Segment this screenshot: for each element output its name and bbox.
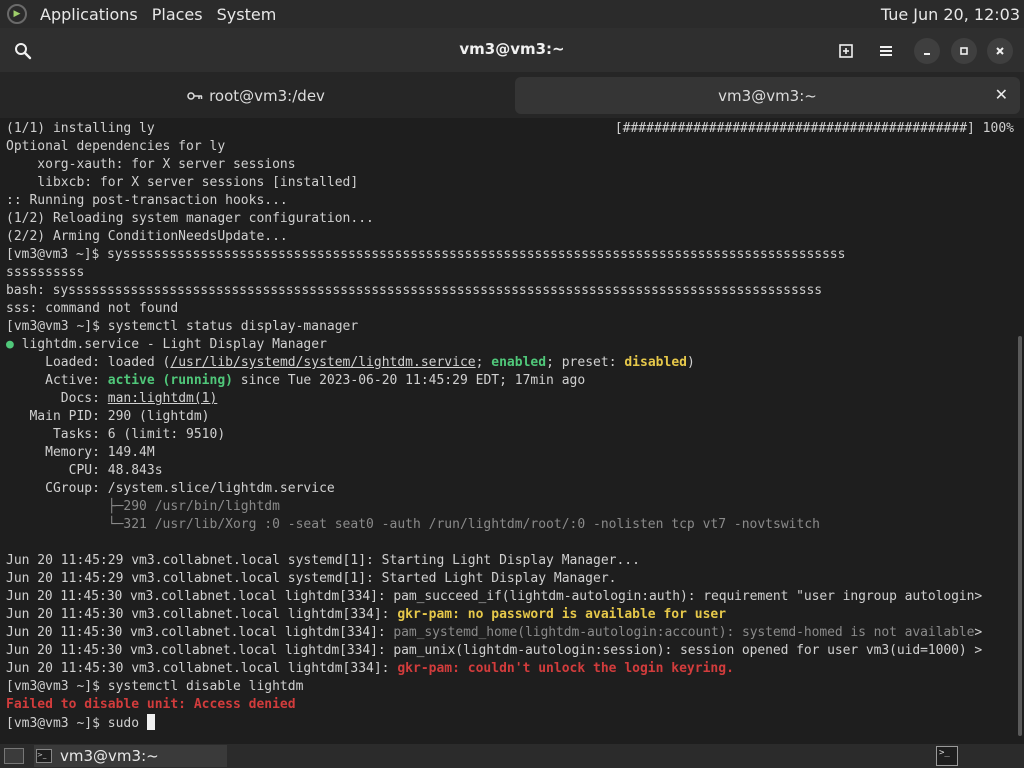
log-prefix: Jun 20 11:45:30 vm3.collabnet.local ligh… bbox=[6, 625, 394, 640]
terminal-line: ● lightdm.service - Light Display Manage… bbox=[6, 336, 327, 354]
terminal-line: Jun 20 11:45:30 vm3.collabnet.local ligh… bbox=[6, 660, 734, 678]
terminal-line: xorg-xauth: for X server sessions bbox=[6, 157, 296, 172]
tab-label: vm3@vm3:~ bbox=[718, 86, 817, 105]
terminal-line: └─321 /usr/lib/Xorg :0 -seat seat0 -auth… bbox=[6, 517, 820, 532]
terminal-line: Jun 20 11:45:29 vm3.collabnet.local syst… bbox=[6, 571, 617, 586]
terminal-line: Jun 20 11:45:30 vm3.collabnet.local ligh… bbox=[6, 589, 983, 604]
hamburger-menu-icon[interactable] bbox=[873, 38, 899, 64]
unit-path-link[interactable]: /usr/lib/systemd/system/lightdm.service bbox=[170, 355, 475, 370]
terminal-line: ├─290 /usr/bin/lightdm bbox=[6, 499, 280, 514]
terminal-line: Jun 20 11:45:30 vm3.collabnet.local ligh… bbox=[6, 643, 983, 658]
terminal-line: CGroup: /system.slice/lightdm.service bbox=[6, 481, 335, 496]
docs-prefix: Docs: bbox=[6, 391, 108, 406]
homed-notice: pam_systemd_home(lightdm-autologin:accou… bbox=[393, 625, 975, 640]
service-name: lightdm.service - Light Display Manager bbox=[21, 337, 327, 352]
prompt-text: [vm3@vm3 ~]$ sudo bbox=[6, 716, 147, 731]
terminal-line: Jun 20 11:45:30 vm3.collabnet.local ligh… bbox=[6, 624, 982, 642]
terminal-line: Tasks: 6 (limit: 9510) bbox=[6, 427, 226, 442]
show-desktop-icon[interactable] bbox=[4, 748, 24, 764]
terminal-line: CPU: 48.843s bbox=[6, 463, 163, 478]
terminal-line: ssssssssss bbox=[6, 265, 85, 280]
error-line: Failed to disable unit: Access denied bbox=[6, 697, 296, 712]
tab-bar: root@vm3:/dev vm3@vm3:~ ✕ bbox=[0, 73, 1024, 118]
taskbar-window-button[interactable]: >_ vm3@vm3:~ bbox=[34, 745, 227, 767]
taskbar-window-label: vm3@vm3:~ bbox=[60, 747, 159, 765]
truncation-marker: > bbox=[974, 625, 983, 640]
terminal-line: (2/2) Arming ConditionNeedsUpdate... bbox=[6, 229, 288, 244]
active-prefix: Active: bbox=[6, 373, 108, 388]
prompt-line[interactable]: [vm3@vm3 ~]$ sudo bbox=[6, 714, 155, 732]
terminal-line: (1/1) installing ly bbox=[6, 121, 155, 136]
terminal-app-icon: >_ bbox=[36, 749, 52, 763]
tab-vm3-home[interactable]: vm3@vm3:~ ✕ bbox=[515, 77, 1020, 114]
preset-prefix: ; preset: bbox=[546, 355, 625, 370]
terminal-line: Optional dependencies for ly bbox=[6, 139, 226, 154]
log-prefix: Jun 20 11:45:30 vm3.collabnet.local ligh… bbox=[6, 661, 398, 676]
terminal-line: (1/2) Reloading system manager configura… bbox=[6, 211, 374, 226]
close-icon[interactable] bbox=[987, 38, 1013, 64]
enabled-status: enabled bbox=[491, 355, 547, 370]
terminal-line: [vm3@vm3 ~]$ systemctl disable lightdm bbox=[6, 679, 304, 694]
terminal-launcher-icon[interactable]: >_ bbox=[936, 746, 958, 766]
bottom-taskbar: >_ vm3@vm3:~ >_ bbox=[0, 744, 1024, 768]
status-dot-icon: ● bbox=[6, 337, 14, 352]
menu-applications[interactable]: Applications bbox=[33, 5, 145, 24]
gkr-error: gkr-pam: couldn't unlock the login keyri… bbox=[397, 661, 734, 676]
top-panel: ▶ Applications Places System Tue Jun 20,… bbox=[0, 0, 1024, 28]
log-prefix: Jun 20 11:45:30 vm3.collabnet.local ligh… bbox=[6, 607, 398, 622]
terminal-scrollbar[interactable] bbox=[1018, 336, 1022, 736]
maximize-icon[interactable] bbox=[951, 38, 977, 64]
sep: ; bbox=[475, 355, 492, 370]
preset-status: disabled bbox=[624, 355, 687, 370]
menu-places[interactable]: Places bbox=[145, 5, 210, 24]
terminal-line: [vm3@vm3 ~]$ sysssssssssssssssssssssssss… bbox=[6, 247, 846, 262]
terminal-line: Loaded: loaded (/usr/lib/systemd/system/… bbox=[6, 354, 695, 372]
docs-link[interactable]: man:lightdm(1) bbox=[108, 391, 218, 406]
text-cursor bbox=[146, 714, 155, 730]
menu-system[interactable]: System bbox=[210, 5, 284, 24]
clock[interactable]: Tue Jun 20, 12:03 bbox=[881, 5, 1020, 24]
terminal-line: Main PID: 290 (lightdm) bbox=[6, 409, 210, 424]
terminal-output[interactable]: (1/1) installing ly [###################… bbox=[0, 118, 1024, 744]
key-icon bbox=[187, 87, 203, 105]
window-title: vm3@vm3:~ bbox=[459, 40, 565, 58]
terminal-line: Memory: 149.4M bbox=[6, 445, 155, 460]
terminal-line: bash: syssssssssssssssssssssssssssssssss… bbox=[6, 283, 823, 298]
terminal-line: sss: command not found bbox=[6, 301, 179, 316]
terminal-line: Active: active (running) since Tue 2023-… bbox=[6, 372, 585, 390]
terminal-line: [vm3@vm3 ~]$ systemctl status display-ma… bbox=[6, 319, 359, 334]
terminal-line: libxcb: for X server sessions [installed… bbox=[6, 175, 359, 190]
gkr-warning: gkr-pam: no password is available for us… bbox=[397, 607, 727, 622]
active-status: active (running) bbox=[107, 373, 233, 388]
tab-close-icon[interactable]: ✕ bbox=[995, 85, 1008, 104]
terminal-line: Docs: man:lightdm(1) bbox=[6, 390, 218, 408]
new-tab-icon[interactable] bbox=[834, 38, 860, 64]
minimize-icon[interactable] bbox=[914, 38, 940, 64]
terminal-line: :: Running post-transaction hooks... bbox=[6, 193, 288, 208]
window-header-bar: vm3@vm3:~ bbox=[0, 28, 1024, 73]
distro-logo-icon[interactable]: ▶ bbox=[7, 4, 27, 24]
active-since: since Tue 2023-06-20 11:45:29 EDT; 17min… bbox=[232, 373, 586, 388]
close-paren: ) bbox=[686, 355, 695, 370]
tab-label: root@vm3:/dev bbox=[209, 86, 325, 105]
tab-root-dev[interactable]: root@vm3:/dev bbox=[0, 77, 512, 114]
terminal-line: Jun 20 11:45:30 vm3.collabnet.local ligh… bbox=[6, 606, 726, 624]
progress-bar-text: [#######################################… bbox=[614, 121, 1014, 136]
loaded-prefix: Loaded: loaded ( bbox=[6, 355, 171, 370]
terminal-line: Jun 20 11:45:29 vm3.collabnet.local syst… bbox=[6, 553, 640, 568]
